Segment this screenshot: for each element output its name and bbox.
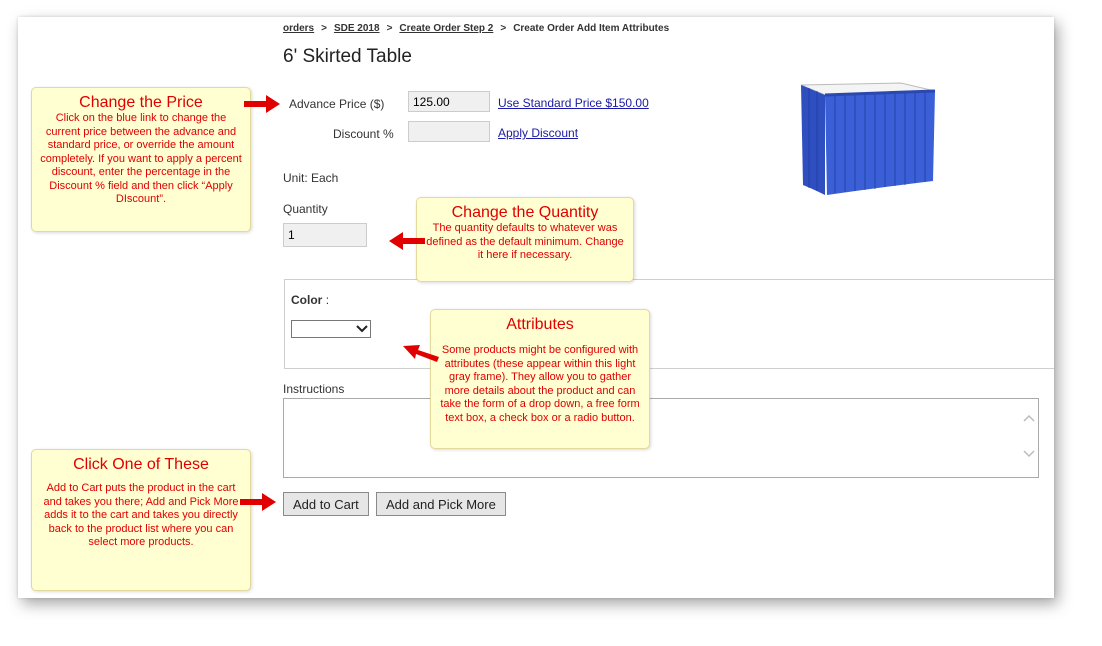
breadcrumb-link-event[interactable]: SDE 2018 [334, 23, 380, 34]
callout-body: The quantity defaults to whatever was de… [426, 222, 624, 261]
callout-title: Attributes [506, 316, 574, 333]
instructions-textarea[interactable] [283, 398, 1039, 478]
chevron-down-icon [356, 325, 368, 333]
page-title: 6' Skirted Table [283, 46, 412, 67]
arrow-right-icon [244, 95, 280, 113]
table-skirt-icon [800, 82, 936, 195]
add-to-cart-button[interactable]: Add to Cart [283, 492, 369, 516]
arrow-left-icon [403, 345, 439, 362]
quantity-label: Quantity [283, 202, 328, 216]
unit-text: Unit: Each [283, 171, 339, 185]
callout-body: Add to Cart puts the product in the cart… [43, 482, 239, 548]
arrow-right-icon [240, 493, 276, 511]
product-image [793, 77, 938, 207]
price-input[interactable] [408, 91, 490, 112]
callout-click-one: Click One of These Add to Cart puts the … [31, 449, 251, 591]
discount-input[interactable] [408, 121, 490, 142]
scroll-down-icon[interactable] [1023, 449, 1035, 459]
breadcrumb-link-step2[interactable]: Create Order Step 2 [399, 23, 493, 34]
breadcrumb-separator: > [500, 23, 507, 34]
add-and-pick-more-button[interactable]: Add and Pick More [376, 492, 506, 516]
callout-change-price: Change the Price Click on the blue link … [31, 87, 251, 232]
callout-title: Click One of These [73, 456, 209, 473]
breadcrumb-link-orders[interactable]: orders [283, 23, 314, 34]
color-colon: : [325, 293, 330, 307]
use-standard-price-link[interactable]: Use Standard Price $150.00 [498, 96, 649, 110]
color-label-row: Color : [291, 293, 329, 307]
callout-title: Change the Price [79, 94, 203, 111]
price-label: Advance Price ($) [289, 97, 385, 111]
discount-label: Discount % [333, 127, 394, 141]
app-frame: orders > SDE 2018 > Create Order Step 2 > Crea… [18, 17, 1054, 598]
breadcrumb: orders > SDE 2018 > Create Order Step 2 > Crea… [283, 23, 669, 34]
callout-body: Some products might be configured with a… [440, 344, 640, 424]
color-select[interactable] [291, 320, 371, 338]
quantity-input[interactable] [283, 223, 367, 247]
callout-body: Click on the blue link to change the cur… [40, 112, 242, 205]
attributes-frame: Color : [284, 279, 1054, 369]
callout-change-quantity: Change the Quantity The quantity default… [416, 197, 634, 282]
breadcrumb-current: Create Order Add Item Attributes [513, 23, 670, 34]
instructions-label: Instructions [283, 382, 345, 396]
arrow-left-icon [389, 232, 425, 250]
color-label: Color [291, 293, 323, 307]
callout-attributes: Attributes Some products might be config… [430, 309, 650, 449]
breadcrumb-separator: > [321, 23, 327, 34]
scroll-up-icon[interactable] [1023, 413, 1035, 423]
callout-title: Change the Quantity [451, 204, 599, 221]
breadcrumb-separator: > [386, 23, 393, 34]
apply-discount-link[interactable]: Apply Discount [498, 126, 578, 140]
